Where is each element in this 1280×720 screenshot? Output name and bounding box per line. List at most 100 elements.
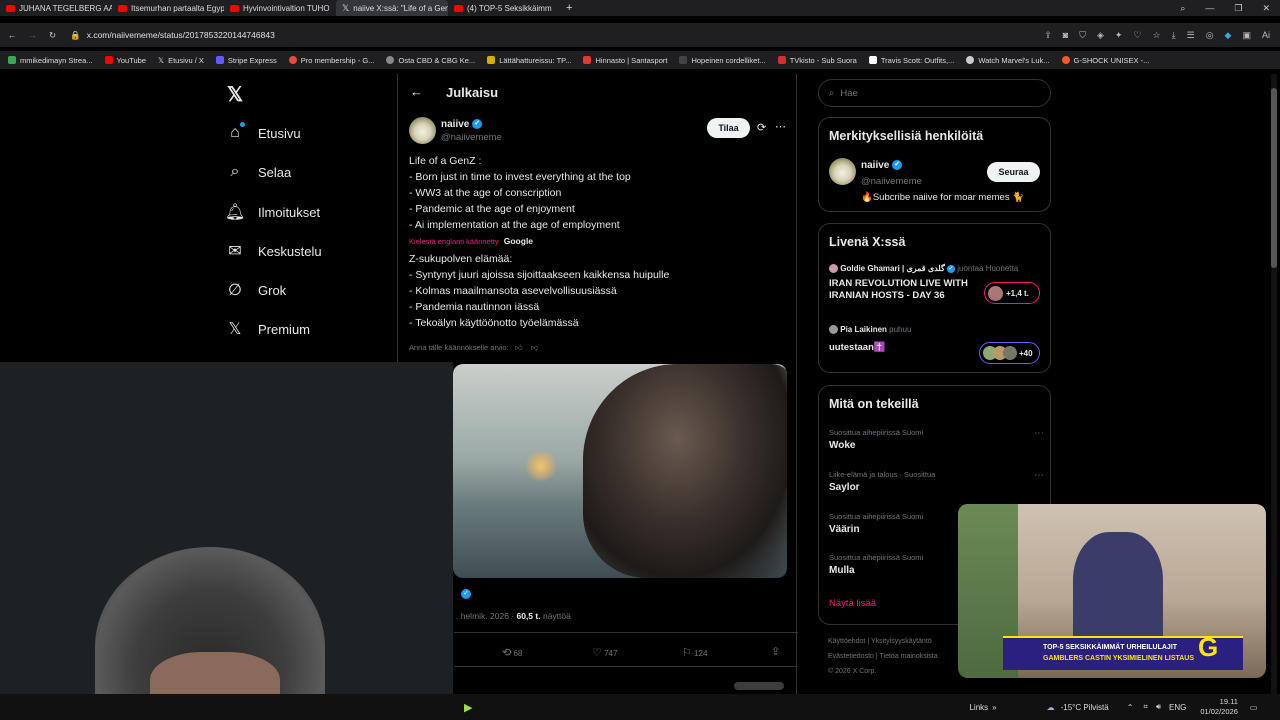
person-name[interactable]: naiive ✓ [861,160,903,171]
post-video[interactable] [453,364,787,578]
trend-item[interactable]: Suosittua aihepiirissä Suomi Woke ⋯ [829,428,1044,451]
chevron-up-icon[interactable]: ⌃ [1127,703,1134,712]
bookmark-item[interactable]: Osta CBD & CBG Ke... [386,56,475,65]
volume-icon[interactable]: 🔊︎ [1156,702,1161,712]
bookmark-icon[interactable]: ☆ [1153,30,1161,41]
bookmark-item[interactable]: mmikedimayn Strea... [8,56,93,65]
trend-item[interactable]: Liike-elämä ja talous · Suosittua Saylor… [829,470,1044,493]
bookmark-item[interactable]: Lättähattureissu: TP... [487,56,571,65]
avatar[interactable] [409,117,436,144]
thumbs-up-icon[interactable]: 👍︎ [515,343,523,352]
nav-item-notifications[interactable]: 🔔︎ Ilmoitukset [225,203,320,221]
download-icon[interactable]: ⤓ [1172,30,1176,41]
taskbar: ▶ Links » ☁ -15°C Pilvistä ⌃ ⌗ 🔊︎ ENG 19… [0,694,1280,720]
browser-tab[interactable]: Itsemurhan partaalta Egyp [112,0,224,16]
avatar[interactable] [829,158,856,185]
page-scrollbar[interactable] [1271,74,1277,694]
camera-icon[interactable]: ◙ [1063,30,1068,41]
bookmark-button[interactable]: ⚐ 124 [682,646,707,659]
share-button[interactable]: ⇪ [771,645,780,658]
x-logo-icon[interactable]: 𝕏 [227,82,243,107]
clock[interactable]: 19.11 01/02/2026 [1200,697,1238,717]
bookmark-item[interactable]: Hinnasto | Santasport [583,56,667,65]
author-name[interactable]: naiive ✓ [441,119,483,130]
extension-icon[interactable]: ✦ [1115,30,1123,41]
menu-icon[interactable]: ☰ [1187,30,1195,41]
more-icon[interactable]: ⋯ [1034,470,1044,481]
nav-item-messages[interactable]: ✉ Keskustelu [226,242,321,260]
forward-icon[interactable]: → [29,30,38,40]
live-item[interactable]: Goldie Ghamari | گلدی قمری ✓ juontaa Huo… [829,264,1044,312]
follow-button[interactable]: Seuraa [987,162,1040,182]
bookmark-label: G-SHOCK UNISEX -... [1073,55,1150,65]
back-icon[interactable]: ← [8,30,17,40]
like-button[interactable]: ♡ 747 [592,646,617,659]
bookmark-item[interactable]: 𝕏 Etusivu / X [158,56,204,65]
grok-icon[interactable]: ⟳ [757,121,766,134]
subscribe-button[interactable]: Tilaa [707,118,750,138]
post-date[interactable]: . helmik. 2026 [456,611,509,621]
language-indicator[interactable]: ENG [1169,703,1186,712]
trend-item[interactable]: Suosittua aihepiirissä Suomi Mulla [829,553,949,576]
nav-item-premium[interactable]: 𝕏 Premium [226,320,310,338]
weather-text[interactable]: -15°C Pilvistä [1061,703,1109,712]
url-text[interactable]: x.com/naiivememe/status/2017853220144746… [87,30,275,40]
browser-tab[interactable]: JUHANA TEGELBERG AAS [0,0,112,16]
shield-icon[interactable]: ⛉ [1079,30,1086,41]
vpn-icon[interactable]: ◈ [1097,30,1104,41]
nav-item-explore[interactable]: ⌕ Selaa [226,163,292,181]
footer-link[interactable]: Evästetiedosto [828,653,874,660]
new-tab-icon[interactable]: + [566,2,572,14]
scrollbar-thumb[interactable] [1271,88,1277,268]
profile-icon[interactable]: ◎ [1206,30,1214,41]
globe-icon [386,56,395,64]
host-name: Pia Laikinen [840,325,887,334]
share-icon[interactable]: ⇪ [1044,30,1052,41]
search-icon[interactable]: ⌕ [1180,3,1185,14]
show-more-link[interactable]: Näytä lisää [829,598,876,609]
notifications-icon[interactable]: ▭ [1250,703,1258,712]
close-icon[interactable]: ✕ [1262,3,1270,14]
thumbs-down-icon[interactable]: 👎︎ [531,343,539,352]
browser-tab[interactable]: Hyvinvointivaltion TUHO [224,0,336,16]
minimize-icon[interactable]: — [1205,3,1214,13]
maximize-icon[interactable]: ❐ [1234,3,1242,14]
more-icon[interactable]: ⋯ [1034,428,1044,439]
search-input[interactable]: ⌕ Hae [818,79,1051,107]
browser-tab-active[interactable]: 𝕏naiive X:ssä: "Life of a Gen✕ [336,0,448,16]
links-label[interactable]: Links [969,703,988,712]
heart-icon: ♡ [592,647,602,659]
repost-button[interactable]: ⟲ 68 [502,646,522,659]
reload-icon[interactable]: ↻ [49,30,56,41]
author-handle[interactable]: @naiivememe [441,132,502,143]
browser-tab[interactable]: (4) TOP-5 Seksikkäimm [448,0,560,16]
footer-link[interactable]: Käyttöehdot [828,638,865,645]
card-title: Mitä on tekeillä [829,397,919,411]
bookmark-item[interactable]: G-SHOCK UNISEX -... [1061,55,1150,65]
trend-item[interactable]: Suosittua aihepiirissä Suomi Väärin [829,512,949,535]
nav-item-grok[interactable]: ∅ Grok [226,281,286,299]
ai-icon[interactable]: Ai [1262,30,1270,41]
live-item[interactable]: Pia Laikinen puhuu uutestaan✝️ +40 [829,325,1044,365]
bookmark-item[interactable]: Watch Marvel's Luk... [966,56,1050,65]
nav-item-home[interactable]: ⌂ Etusivu [226,122,301,142]
bookmark-item[interactable]: Travis Scott: Outfits,... [868,56,954,65]
bookmark-item[interactable]: Hopeinen cordelliket... [679,56,766,65]
translated-notice-text[interactable]: Kielestä englanti käännetty [409,237,499,246]
chevron-icon[interactable]: » [992,703,996,712]
text-line: - Pandemia nautinnon iässä [409,301,540,313]
heart-icon[interactable]: ♡ [1133,30,1141,41]
bookmark-item[interactable]: Stripe Express [215,56,277,65]
app-icon[interactable]: ▶ [464,701,472,714]
bookmark-item[interactable]: TVkisto - Sub Suora [777,56,857,65]
aria-icon[interactable]: ◆ [1225,30,1232,41]
back-arrow-icon[interactable]: ← [410,84,423,99]
footer-link[interactable]: Yksityisyyskäytäntö [871,638,932,645]
pip-video[interactable]: TOP-5 SEKSIKKÄIMMÄT URHEILULAJIT GAMBLER… [958,504,1266,678]
bookmark-item[interactable]: Pro membership - G... [288,56,374,65]
cube-icon[interactable]: ▣ [1242,30,1251,41]
person-bio: 🔥Subcribe naiive for moar memes 🐈 [861,192,1025,203]
bookmark-item[interactable]: YouTube [104,56,146,65]
footer-link[interactable]: Tietoa mainoksista [880,653,938,660]
more-icon[interactable]: ⋯ [775,120,786,133]
